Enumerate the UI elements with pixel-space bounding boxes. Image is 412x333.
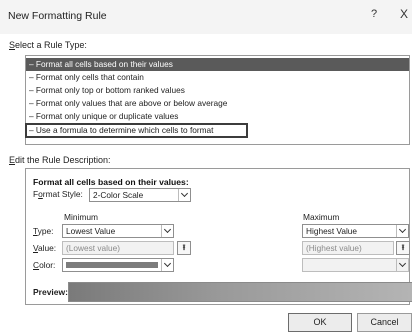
maximum-color-picker[interactable] <box>302 258 409 272</box>
type-label: Type: <box>33 226 54 236</box>
minimum-range-picker-button[interactable]: ⭱ <box>177 241 191 255</box>
cancel-button[interactable]: Cancel <box>357 313 412 332</box>
minimum-value-input[interactable]: (Lowest value) <box>62 241 174 255</box>
description-heading: Format all cells based on their values: <box>33 177 189 187</box>
rule-description-label: Edit the Rule Description: <box>9 155 111 165</box>
format-style-value: 2-Color Scale <box>93 190 144 200</box>
chevron-down-icon <box>161 259 173 271</box>
value-label: Value: <box>33 243 57 253</box>
chevron-down-icon <box>396 225 408 237</box>
ok-button[interactable]: OK <box>288 313 352 332</box>
maximum-value-placeholder: (Highest value) <box>306 243 362 253</box>
minimum-heading: Minimum <box>64 212 98 222</box>
rule-type-item[interactable]: – Format only unique or duplicate values <box>26 110 409 123</box>
color-label: Color: <box>33 260 56 270</box>
minimum-value-placeholder: (Lowest value) <box>66 243 120 253</box>
preview-label: Preview: <box>33 287 68 297</box>
minimum-color-picker[interactable] <box>62 258 174 272</box>
rule-type-item[interactable]: – Format only top or bottom ranked value… <box>26 84 409 97</box>
rule-type-list[interactable]: – Format all cells based on their values… <box>25 55 410 145</box>
minimum-type-select[interactable]: Lowest Value <box>62 224 174 238</box>
rule-description-panel: Format all cells based on their values: … <box>25 168 412 305</box>
chevron-down-icon <box>396 259 408 271</box>
help-button[interactable]: ? <box>367 8 381 24</box>
collapse-dialog-icon: ⭱ <box>182 243 186 252</box>
dialog-title: New Formatting Rule <box>8 10 107 22</box>
chevron-down-icon <box>161 225 173 237</box>
chevron-down-icon <box>178 189 190 201</box>
format-style-select[interactable]: 2-Color Scale <box>89 188 191 202</box>
maximum-type-select[interactable]: Highest Value <box>302 224 409 238</box>
rule-type-item[interactable]: – Format all cells based on their values <box>26 58 409 71</box>
maximum-heading: Maximum <box>303 212 340 222</box>
minimum-type-value: Lowest Value <box>66 226 116 236</box>
maximum-type-value: Highest Value <box>306 226 358 236</box>
close-button[interactable]: X <box>396 7 412 23</box>
format-style-label: Format Style: <box>33 189 83 199</box>
maximum-value-input[interactable]: (Highest value) <box>302 241 394 255</box>
dialog-titlebar: New Formatting Rule ? X <box>0 0 412 34</box>
collapse-dialog-icon: ⭱ <box>401 243 405 252</box>
preview-gradient-bar <box>68 282 412 302</box>
rule-type-item-formula[interactable]: – Use a formula to determine which cells… <box>25 123 248 138</box>
maximum-range-picker-button[interactable]: ⭱ <box>396 241 410 255</box>
rule-type-label: Select a Rule Type: <box>9 40 87 50</box>
rule-type-item[interactable]: – Format only cells that contain <box>26 71 409 84</box>
minimum-color-swatch <box>66 262 158 268</box>
rule-type-item[interactable]: – Format only values that are above or b… <box>26 97 409 110</box>
